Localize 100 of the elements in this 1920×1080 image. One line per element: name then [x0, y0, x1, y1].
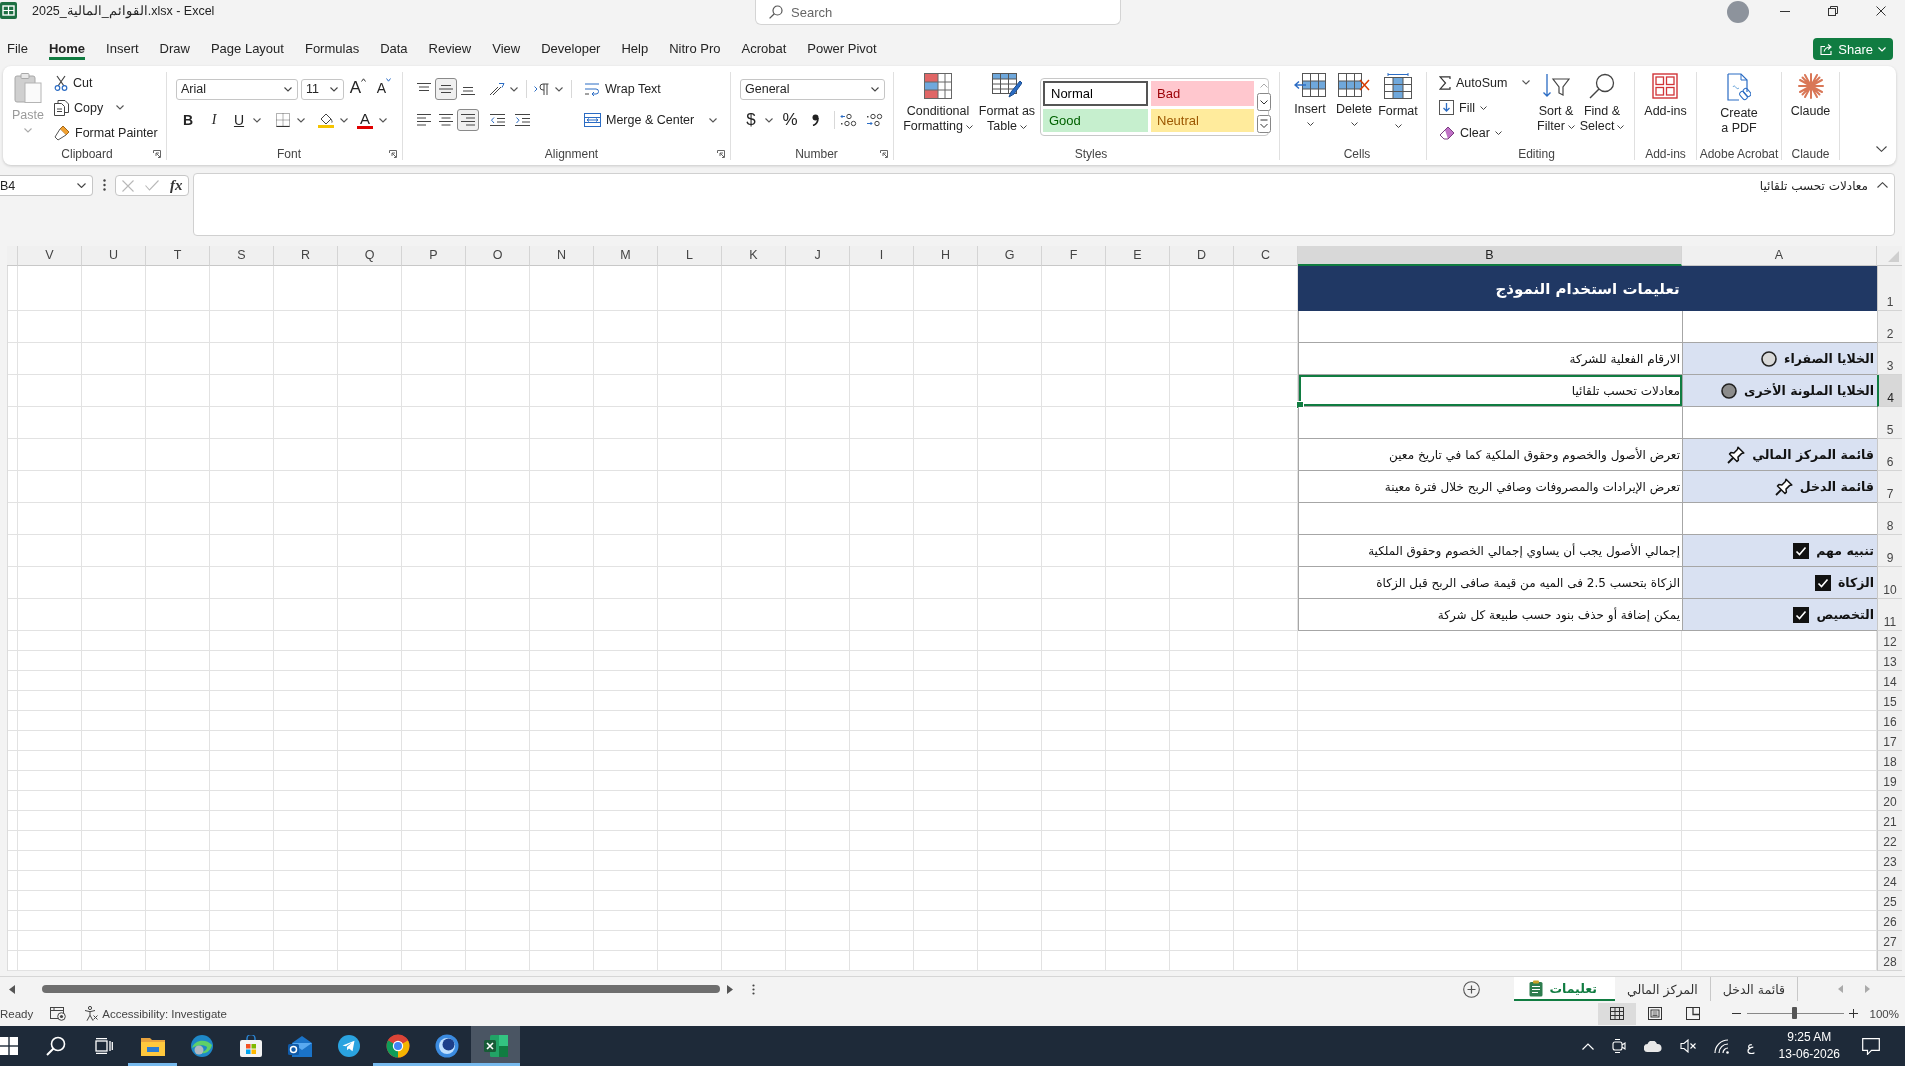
column-header[interactable]: Q [338, 246, 402, 266]
cell-style-option[interactable]: Bad [1151, 81, 1254, 106]
table-cell[interactable]: تعرض الأصول والخصوم وحقوق الملكية كما في تاريخ معين [1298, 439, 1682, 471]
column-header[interactable]: I [850, 246, 914, 266]
menu-tab[interactable]: Draw [159, 35, 190, 60]
row-header[interactable]: 24 [1877, 871, 1902, 891]
formula-input[interactable]: معادلات تحسب تلقائيا [193, 173, 1895, 236]
row-header[interactable]: 14 [1877, 671, 1902, 691]
sort-filter-button[interactable]: Sort & Filter [1533, 70, 1579, 134]
percent-button[interactable]: % [782, 109, 798, 131]
table-cell[interactable]: تنبيه مهم [1682, 535, 1877, 567]
cell-style-option[interactable]: Normal [1043, 81, 1148, 106]
row-header[interactable]: 10 [1877, 567, 1902, 599]
scroll-left-icon[interactable] [9, 984, 15, 994]
wrap-text-button[interactable]: Wrap Text [584, 77, 661, 101]
vertical-dots-icon[interactable] [752, 983, 755, 995]
wifi-icon[interactable] [1713, 1038, 1730, 1054]
font-size-field[interactable]: 11 [301, 78, 344, 100]
merge-center-button[interactable]: Merge & Center [584, 108, 718, 132]
search-field[interactable]: Search [755, 0, 1121, 25]
column-header[interactable]: B [1298, 246, 1682, 266]
column-header[interactable]: R [274, 246, 338, 266]
row-header[interactable]: 26 [1877, 911, 1902, 931]
column-header[interactable]: O [466, 246, 530, 266]
view-button[interactable] [1597, 1002, 1636, 1025]
sheet-tab[interactable]: قائمة الدخل [1710, 977, 1798, 1001]
column-header[interactable]: M [594, 246, 658, 266]
table-cell[interactable]: الزكاة بتحسب 2.5 فى الميه من قيمة صافى الربح قبل الزكاة [1298, 567, 1682, 599]
zoom-slider-thumb[interactable] [1792, 1007, 1798, 1019]
horizontal-align-button[interactable] [457, 109, 479, 131]
vertical-align-button[interactable] [435, 78, 457, 100]
insert-function-button[interactable]: fx [169, 177, 183, 194]
row-header[interactable]: 27 [1877, 931, 1902, 951]
format-painter-button[interactable]: Format Painter [54, 120, 158, 145]
table-cell[interactable]: التخصيص [1682, 599, 1877, 631]
format-as-table-button[interactable]: Format as Table [978, 70, 1036, 134]
cut-button[interactable]: Cut [54, 70, 158, 95]
row-header[interactable]: 4 [1877, 375, 1902, 407]
scroll-right-icon[interactable] [727, 984, 733, 994]
row-header[interactable]: 17 [1877, 731, 1902, 751]
menu-tab[interactable]: Data [380, 35, 408, 60]
table-cell[interactable] [1298, 503, 1682, 535]
scrollbar-thumb[interactable] [42, 985, 720, 993]
column-header[interactable]: T [146, 246, 210, 266]
row-header[interactable]: 28 [1877, 951, 1902, 971]
table-cell[interactable] [1298, 407, 1682, 439]
column-header[interactable]: A [1682, 246, 1877, 266]
row-header[interactable]: 1 [1877, 266, 1902, 311]
autosum-button[interactable]: AutoSum [1439, 70, 1533, 95]
row-header[interactable]: 8 [1877, 503, 1902, 535]
scroll-down-icon[interactable] [1257, 92, 1271, 111]
menu-tab[interactable]: Help [621, 35, 649, 60]
row-header[interactable]: 23 [1877, 851, 1902, 871]
zoom-in-icon[interactable] [1848, 1009, 1858, 1018]
row-header[interactable]: 18 [1877, 751, 1902, 771]
row-header[interactable]: 21 [1877, 811, 1902, 831]
camera-icon[interactable] [1611, 1038, 1626, 1054]
row-header[interactable]: 12 [1877, 631, 1902, 651]
number-format-field[interactable]: General [740, 78, 885, 100]
vertical-dots-icon[interactable] [103, 179, 106, 191]
currency-button[interactable]: $ [743, 109, 759, 131]
chevron-up-icon[interactable] [1877, 182, 1888, 188]
cell-style-option[interactable]: Good [1043, 109, 1148, 132]
zoom-level-text[interactable]: 100% [1869, 1007, 1899, 1020]
column-header[interactable]: N [530, 246, 594, 266]
dialog-launcher-icon[interactable] [153, 150, 161, 158]
column-header[interactable]: V [18, 246, 82, 266]
row-header[interactable]: 25 [1877, 891, 1902, 911]
table-cell[interactable]: يمكن إضافة أو حذف بنود حسب طبيعة كل شركة [1298, 599, 1682, 631]
underline-button[interactable]: U [228, 109, 250, 131]
menu-tab[interactable]: View [492, 35, 521, 60]
row-header[interactable]: 9 [1877, 535, 1902, 567]
input-language[interactable]: ع [1746, 1038, 1755, 1054]
table-cell[interactable]: معادلات تحسب تلقائيا [1298, 375, 1682, 407]
row-header[interactable]: 3 [1877, 343, 1902, 375]
insert-button[interactable]: Insert [1288, 70, 1332, 126]
column-header[interactable]: J [786, 246, 850, 266]
table-cell[interactable] [1682, 311, 1877, 343]
table-cell[interactable] [1682, 503, 1877, 535]
table-cell[interactable]: إجمالي الأصول يجب أن يساوي إجمالي الخصوم وحقوق الملكية [1298, 535, 1682, 567]
fill-button[interactable]: Fill [1439, 95, 1533, 120]
row-header[interactable]: 16 [1877, 711, 1902, 731]
row-header[interactable]: 19 [1877, 771, 1902, 791]
table-cell[interactable]: قائمة الدخل [1682, 471, 1877, 503]
menu-tab[interactable]: Acrobat [741, 35, 787, 60]
name-box[interactable]: B4 [0, 175, 93, 196]
table-cell[interactable]: قائمة المركز المالي [1682, 439, 1877, 471]
row-header[interactable]: 15 [1877, 691, 1902, 711]
cell-style-option[interactable]: Neutral [1151, 109, 1254, 132]
cloud-icon[interactable] [1643, 1040, 1662, 1052]
dialog-launcher-icon[interactable] [389, 150, 397, 158]
table-cell[interactable] [1682, 407, 1877, 439]
collapse-ribbon-icon[interactable] [1876, 146, 1887, 152]
column-header[interactable]: H [914, 246, 978, 266]
menu-tab[interactable]: Developer [541, 35, 601, 60]
avatar[interactable] [1727, 1, 1749, 23]
menu-tab[interactable]: File [7, 35, 28, 60]
format-button[interactable]: Format [1376, 70, 1420, 128]
row-header[interactable]: 22 [1877, 831, 1902, 851]
row-header[interactable]: 6 [1877, 439, 1902, 471]
